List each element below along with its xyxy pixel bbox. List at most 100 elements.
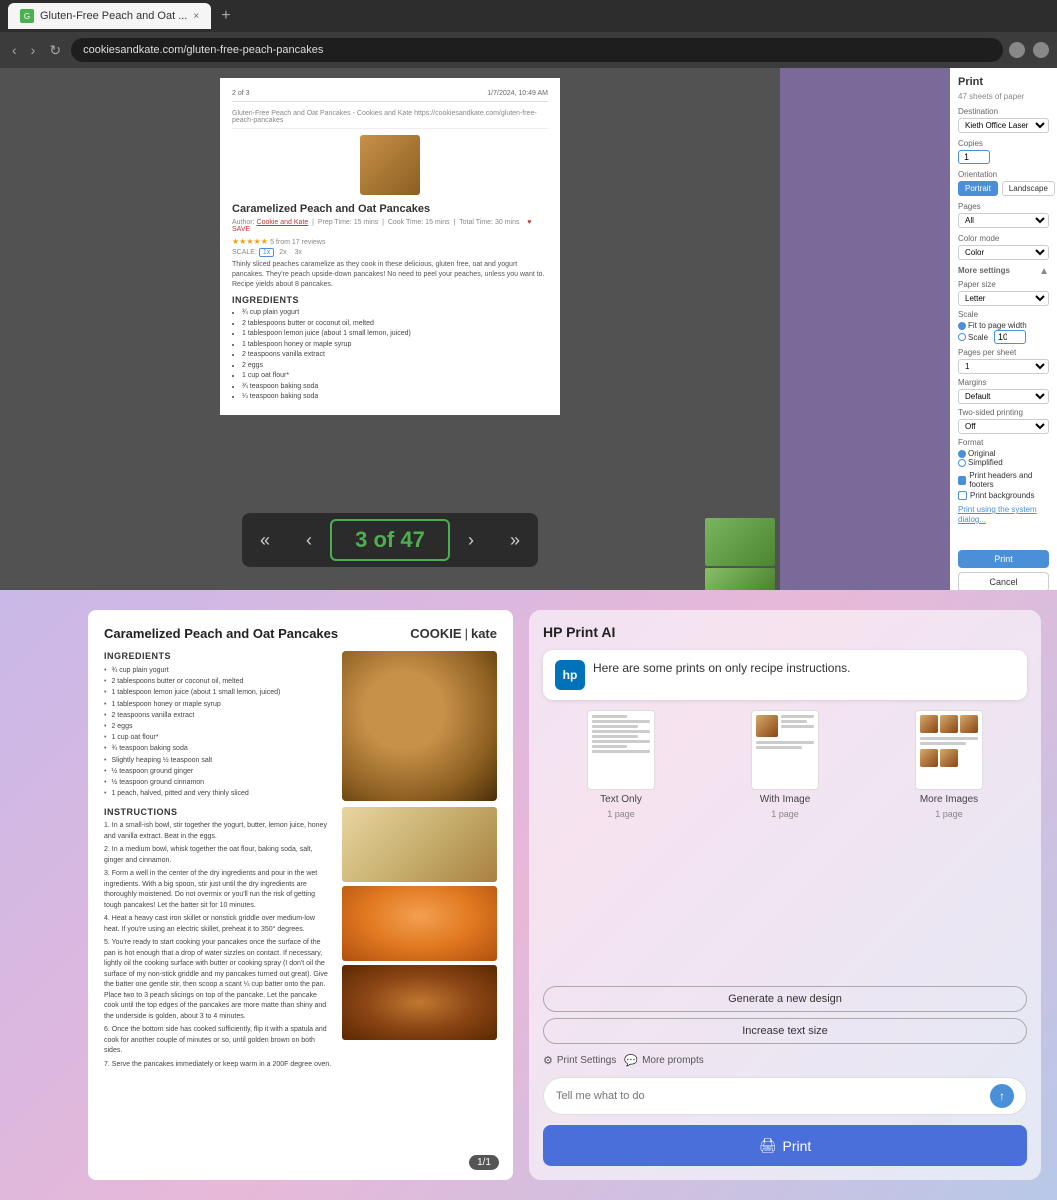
color-select[interactable]: Color <box>958 245 1049 260</box>
page-body: Caramelized Peach and Oat Pancakes Autho… <box>232 135 548 403</box>
thumbnail-1[interactable] <box>705 518 775 566</box>
list-item: 4. Heat a heavy cast iron skillet or non… <box>104 914 332 935</box>
pages-label: Pages <box>958 202 1049 211</box>
hp-print-ai-panel: HP Print AI hp Here are some prints on o… <box>529 610 1041 1180</box>
more-prompts-button[interactable]: 💬 More prompts <box>624 1054 703 1067</box>
new-tab-button[interactable]: + <box>221 7 230 25</box>
nav-icons <box>1009 42 1049 58</box>
preview-line <box>592 750 650 753</box>
pages-per-sheet-select[interactable]: 1 <box>958 359 1049 374</box>
cookie-kate-logo: COOKIE|kate <box>410 626 497 641</box>
two-sided-select[interactable]: Off <box>958 419 1049 434</box>
portrait-button[interactable]: Portrait <box>958 181 998 196</box>
landscape-button[interactable]: Landscape <box>1002 181 1055 196</box>
copies-section: Copies <box>958 139 1049 164</box>
print-settings-button[interactable]: ⚙ Print Settings <box>543 1054 616 1067</box>
print-button[interactable]: Print <box>958 550 1049 568</box>
preview-line <box>592 725 638 728</box>
list-item: 2 teaspoons vanilla extract <box>104 710 332 721</box>
next-page-button[interactable]: › <box>450 522 492 559</box>
nav-forward-button[interactable]: › <box>27 40 40 60</box>
list-item: 2 eggs <box>104 721 332 732</box>
system-dialog-link[interactable]: Print using the system dialog... <box>958 504 1049 524</box>
pages-per-sheet-label: Pages per sheet <box>958 348 1049 357</box>
with-image-preview <box>751 710 819 790</box>
preview-text-col: Caramelized Peach and Oat Pancakes Autho… <box>232 135 548 403</box>
ingredients-list: ¾ cup plain yogurt 2 tablespoons butter … <box>104 665 332 799</box>
cooked-image <box>342 965 497 1040</box>
more-settings-label: More settings <box>958 266 1010 275</box>
nav-back-button[interactable]: ‹ <box>8 40 21 60</box>
text-only-preview-content <box>592 715 650 753</box>
chat-input[interactable] <box>556 1090 982 1102</box>
pages-select[interactable]: All <box>958 213 1049 228</box>
scale-input[interactable] <box>994 330 1026 344</box>
fit-to-width-radio[interactable]: Fit to page width <box>958 321 1027 330</box>
backgrounds-checkbox[interactable]: Print backgrounds <box>958 491 1049 500</box>
image-lines <box>920 737 978 767</box>
simplified-format-radio-row: Simplified <box>958 458 1049 467</box>
format-radio-group: Original <box>958 449 1049 458</box>
paper-size-select[interactable]: Letter <box>958 291 1049 306</box>
page-count-display: 3 of 47 <box>330 519 450 561</box>
generate-design-button[interactable]: Generate a new design <box>543 986 1027 1012</box>
pages-section: Pages All <box>958 202 1049 228</box>
more-settings-header[interactable]: More settings ▲ <box>958 266 1049 277</box>
page-indicator: 1/1 <box>469 1155 499 1170</box>
preview-line <box>781 720 807 723</box>
hp-panel-title: HP Print AI <box>543 624 1027 640</box>
tab-close-button[interactable]: × <box>193 11 199 22</box>
text-only-option[interactable]: Text Only 1 page <box>587 710 655 819</box>
prev-page-button[interactable]: ‹ <box>288 522 330 559</box>
orientation-section: Orientation Portrait Landscape <box>958 170 1049 196</box>
with-image-option[interactable]: With Image 1 page <box>751 710 819 819</box>
original-format-radio[interactable]: Original <box>958 449 996 458</box>
page-url-bar: Gluten-Free Peach and Oat Pancakes - Coo… <box>232 110 548 129</box>
cancel-button[interactable]: Cancel <box>958 572 1049 592</box>
more-settings-section: More settings ▲ Paper size Letter Scale … <box>958 266 1049 524</box>
margins-select[interactable]: Default <box>958 389 1049 404</box>
preview-line <box>592 730 650 733</box>
first-page-button[interactable]: « <box>242 522 288 559</box>
nav-refresh-button[interactable]: ↻ <box>45 40 65 61</box>
page-navigator: « ‹ 3 of 47 › » <box>242 513 538 567</box>
list-item: ¾ cup plain yogurt <box>242 308 548 319</box>
headers-checkbox[interactable]: Print headers and footers <box>958 471 1049 489</box>
destination-select[interactable]: Kieth Office Laser Jet 4502c... <box>958 118 1049 133</box>
list-item: 2 tablespoons butter or coconut oil, mel… <box>242 319 548 330</box>
ingredients-heading: INGREDIENTS <box>232 295 548 305</box>
settings-icon[interactable] <box>1033 42 1049 58</box>
browser-tab[interactable]: G Gluten-Free Peach and Oat ... × <box>8 3 211 29</box>
hp-message-text: Here are some prints on only recipe inst… <box>593 660 850 677</box>
simplified-format-radio[interactable]: Simplified <box>958 458 1003 467</box>
preview-rating: ★★★★★ 5 from 17 reviews <box>232 237 548 246</box>
list-item: 1 tablespoon lemon juice (about 1 small … <box>104 687 332 698</box>
option-label: With Image <box>760 794 811 805</box>
destination-label: Destination <box>958 107 1049 116</box>
ingredients-heading: INGREDIENTS <box>104 651 332 661</box>
radio-filled-icon <box>958 322 966 330</box>
address-bar[interactable] <box>71 38 1003 62</box>
preview-line <box>592 740 650 743</box>
peach-image <box>342 886 497 961</box>
favicon-icon: G <box>20 9 34 23</box>
main-print-button[interactable]: 🖨 Print <box>543 1125 1027 1166</box>
scale-controls: SCALE: 1x 2x 3x <box>232 249 548 256</box>
list-item: 1 tablespoon lemon juice (about 1 small … <box>242 329 548 340</box>
preview-lines <box>781 715 814 737</box>
more-images-option[interactable]: More Images 1 page <box>915 710 983 819</box>
copies-input[interactable] <box>958 150 990 164</box>
increase-text-button[interactable]: Increase text size <box>543 1018 1027 1044</box>
instructions-heading: INSTRUCTIONS <box>104 807 332 817</box>
orientation-label: Orientation <box>958 170 1049 179</box>
chat-send-button[interactable]: ↑ <box>990 1084 1014 1108</box>
list-item: ½ teaspoon ground cinnamon <box>104 777 332 788</box>
page-preview: 2 of 3 1/7/2024, 10:49 AM Gluten-Free Pe… <box>0 68 780 528</box>
with-image-preview-content <box>756 715 814 737</box>
list-item: 2 eggs <box>242 361 548 372</box>
list-item: 2. In a medium bowl, whisk together the … <box>104 845 332 866</box>
ingredients-image <box>342 807 497 882</box>
scale-radio[interactable]: Scale <box>958 333 988 342</box>
last-page-button[interactable]: » <box>492 522 538 559</box>
account-icon[interactable] <box>1009 42 1025 58</box>
